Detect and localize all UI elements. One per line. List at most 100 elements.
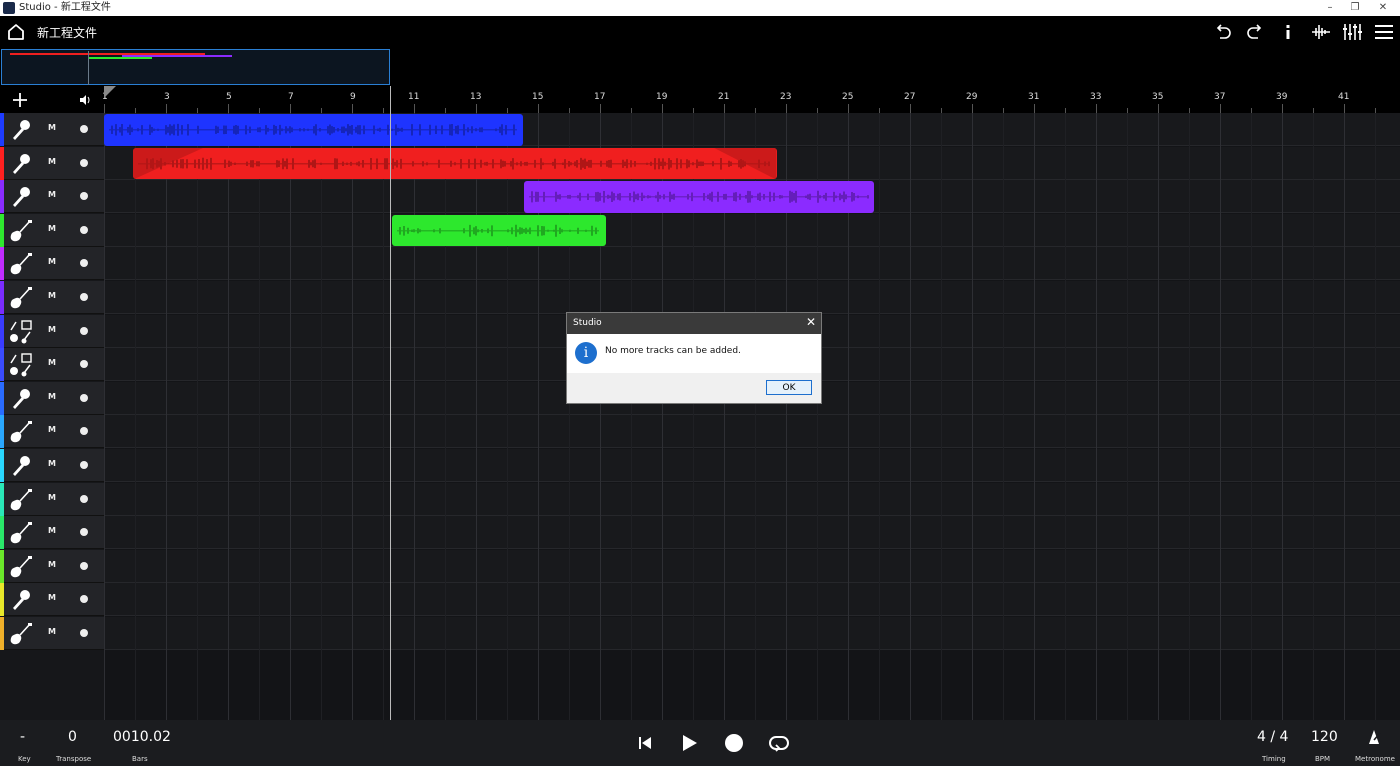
track-header[interactable]: M	[0, 415, 104, 449]
track-header[interactable]: M	[0, 381, 104, 415]
grid-line	[166, 113, 167, 720]
mute-button[interactable]: M	[45, 593, 59, 602]
menu-icon[interactable]	[1372, 20, 1396, 44]
track-header[interactable]: M	[0, 281, 104, 314]
record-arm-button[interactable]	[80, 427, 88, 436]
loop-start-marker[interactable]	[104, 86, 116, 98]
grid-line	[941, 113, 942, 720]
audio-clip[interactable]	[104, 114, 523, 146]
arrangement-grid[interactable]	[104, 113, 1400, 720]
app-icon	[3, 2, 15, 14]
record-arm-button[interactable]	[80, 393, 88, 402]
close-icon[interactable]: ✕	[806, 316, 816, 328]
close-window-button[interactable]: ✕	[1368, 0, 1398, 16]
record-arm-button[interactable]	[80, 360, 88, 369]
mute-button[interactable]: M	[45, 325, 59, 334]
info-icon[interactable]	[1276, 20, 1300, 44]
track-header[interactable]: M	[0, 449, 104, 482]
speaker-icon[interactable]	[79, 94, 91, 106]
home-icon[interactable]	[4, 20, 28, 44]
undo-icon[interactable]	[1211, 20, 1235, 44]
record-icon[interactable]	[723, 732, 745, 754]
track-header[interactable]: M	[0, 146, 104, 180]
transpose-value[interactable]: 0	[68, 729, 77, 745]
mute-button[interactable]: M	[45, 123, 59, 132]
track-header[interactable]: M	[0, 583, 104, 617]
record-arm-button[interactable]	[80, 595, 88, 604]
record-arm-button[interactable]	[80, 494, 88, 503]
audio-clip[interactable]	[392, 214, 607, 247]
guitar-icon	[10, 555, 32, 578]
mute-button[interactable]: M	[45, 526, 59, 535]
record-arm-button[interactable]	[80, 158, 88, 167]
mute-button[interactable]: M	[45, 224, 59, 233]
window-titlebar: Studio - 新工程文件 – ❐ ✕	[0, 0, 1400, 16]
record-arm-button[interactable]	[80, 125, 88, 133]
plus-icon[interactable]	[11, 91, 29, 109]
waveform-icon[interactable]	[1309, 20, 1333, 44]
record-arm-button[interactable]	[80, 293, 88, 301]
grid-row	[104, 213, 1400, 247]
track-list: M M M M M M M M M M M M M M M M	[0, 113, 104, 720]
mute-button[interactable]: M	[45, 358, 59, 367]
bars-value: 0010.02	[113, 729, 171, 745]
track-header[interactable]: M	[0, 482, 104, 516]
record-arm-button[interactable]	[80, 629, 88, 637]
audio-clip[interactable]	[524, 181, 875, 213]
mute-button[interactable]: M	[45, 425, 59, 434]
mute-button[interactable]: M	[45, 190, 59, 199]
mute-button[interactable]: M	[45, 157, 59, 166]
grid-line	[383, 113, 384, 720]
timeline-ruler[interactable]: 1 3 5 7 9 11 13 15 17 19 21 23 25 27 29 31 33 35 37 39 41	[102, 86, 1400, 113]
mute-button[interactable]: M	[45, 291, 59, 300]
loop-icon[interactable]	[768, 732, 790, 754]
track-header[interactable]: M	[0, 516, 104, 550]
grid-line	[352, 113, 353, 720]
grid-line	[972, 113, 973, 720]
mute-button[interactable]: M	[45, 459, 59, 468]
arrangement-overview[interactable]	[0, 48, 1400, 86]
mute-button[interactable]: M	[45, 560, 59, 569]
playhead[interactable]	[390, 86, 391, 720]
rewind-icon[interactable]	[634, 732, 656, 754]
ok-button[interactable]: OK	[766, 380, 812, 395]
track-header[interactable]: M	[0, 617, 104, 650]
key-value[interactable]: -	[20, 729, 25, 745]
microphone-icon	[13, 153, 30, 174]
record-arm-button[interactable]	[80, 561, 88, 570]
audio-clip[interactable]	[133, 147, 777, 180]
track-header[interactable]: M	[0, 247, 104, 281]
record-arm-button[interactable]	[80, 225, 88, 234]
mute-button[interactable]: M	[45, 627, 59, 636]
track-header[interactable]: M	[0, 113, 104, 146]
timing-value[interactable]: 4 / 4	[1257, 729, 1288, 745]
record-arm-button[interactable]	[80, 192, 88, 201]
mute-button[interactable]: M	[45, 392, 59, 401]
track-header[interactable]: M	[0, 549, 104, 583]
track-color-strip	[0, 549, 4, 583]
overview-viewport[interactable]	[1, 49, 390, 85]
mute-button[interactable]: M	[45, 257, 59, 266]
track-header[interactable]: M	[0, 180, 104, 214]
ruler-label: 19	[656, 92, 668, 102]
track-color-strip	[0, 113, 4, 146]
record-arm-button[interactable]	[80, 259, 88, 268]
mixer-icon[interactable]	[1340, 20, 1364, 44]
restore-button[interactable]: ❐	[1340, 0, 1370, 16]
clip-waveform	[529, 190, 869, 203]
track-color-strip	[0, 314, 4, 348]
grid-line	[476, 113, 477, 720]
bpm-value[interactable]: 120	[1311, 729, 1338, 745]
grid-line	[104, 113, 105, 720]
track-header[interactable]: M	[0, 314, 104, 348]
ruler-label: 17	[594, 92, 606, 102]
track-header[interactable]: M	[0, 213, 104, 247]
play-icon[interactable]	[678, 732, 700, 754]
redo-icon[interactable]	[1243, 20, 1267, 44]
metronome-icon[interactable]	[1365, 728, 1383, 746]
record-arm-button[interactable]	[80, 528, 88, 537]
mute-button[interactable]: M	[45, 493, 59, 502]
record-arm-button[interactable]	[80, 461, 88, 469]
record-arm-button[interactable]	[80, 326, 88, 335]
track-header[interactable]: M	[0, 348, 104, 382]
